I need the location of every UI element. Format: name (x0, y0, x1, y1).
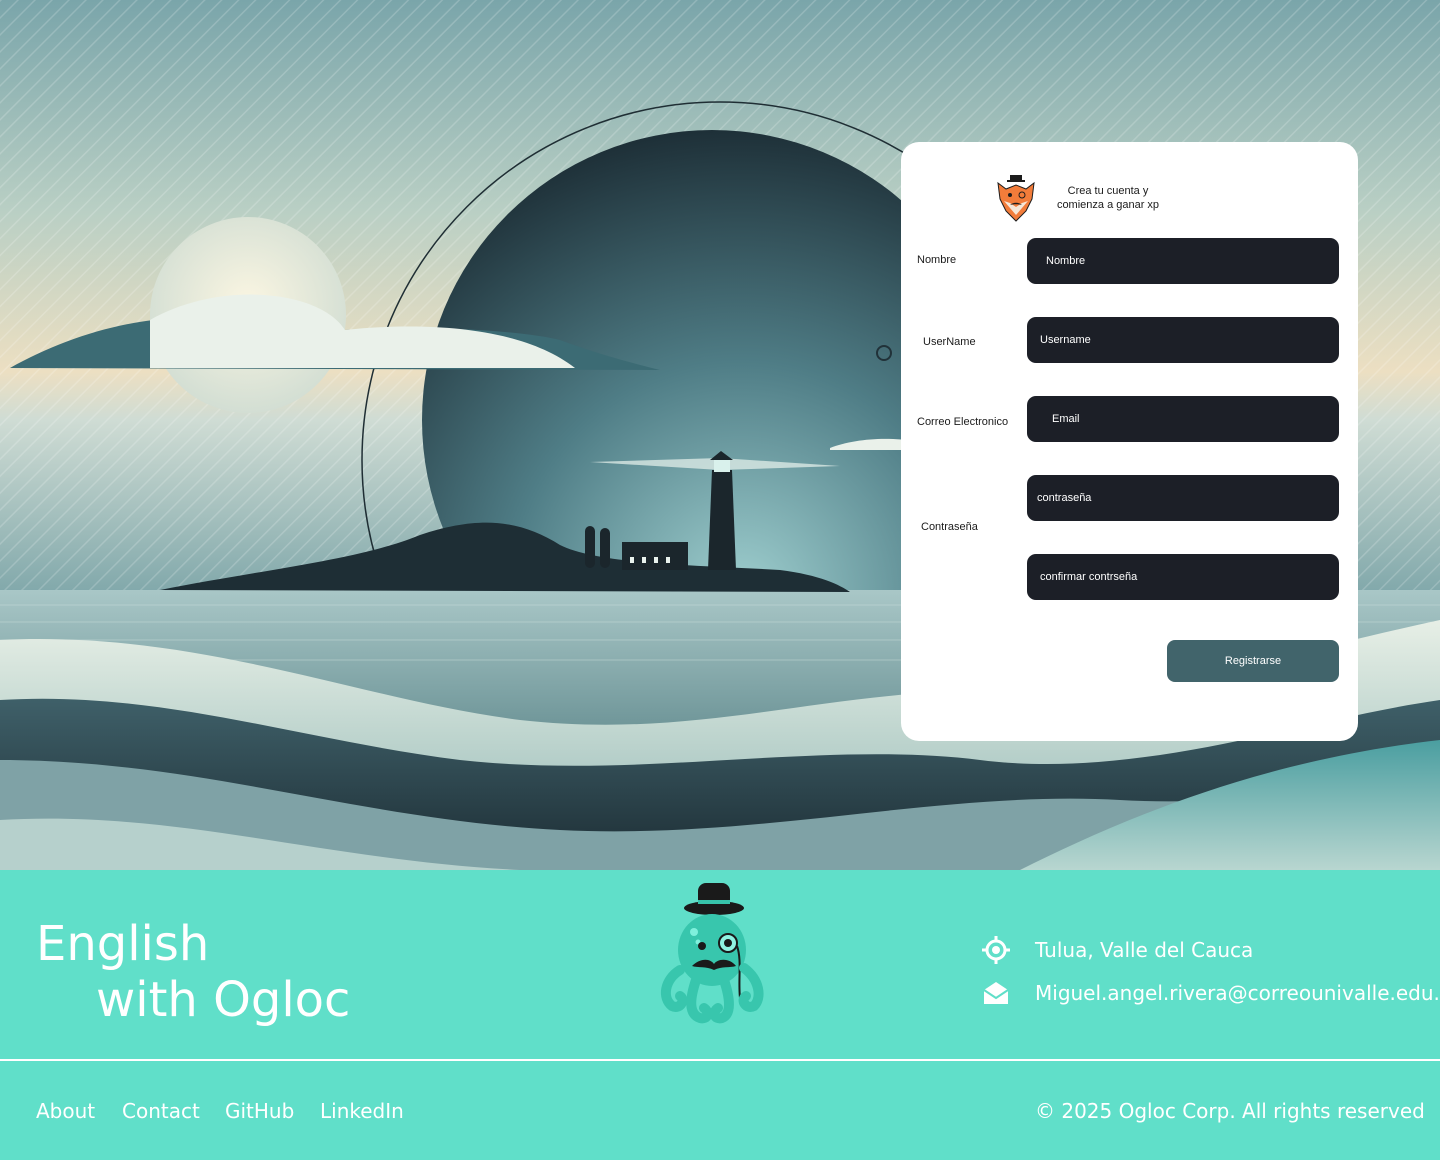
email-row: Miguel.angel.rivera@correounivalle.edu.c… (980, 978, 1440, 1008)
location-text: Tulua, Valle del Cauca (1035, 938, 1254, 962)
email-text[interactable]: Miguel.angel.rivera@correounivalle.edu.c… (1035, 981, 1440, 1005)
email-label: Correo Electronico (917, 416, 1009, 428)
username-label: UserName (923, 336, 976, 348)
brand-title-line2: with Ogloc (96, 972, 351, 1028)
name-label: Nombre (917, 254, 957, 266)
card-tagline: Crea tu cuenta y comienza a ganar xp (1056, 185, 1160, 211)
username-input[interactable] (1027, 317, 1339, 363)
nav-about[interactable]: About (36, 1099, 95, 1123)
fox-logo (997, 175, 1035, 222)
octopus-mascot (660, 883, 764, 1024)
email-input[interactable] (1027, 396, 1339, 442)
register-card: Crea tu cuenta y comienza a ganar xp Nom… (901, 142, 1358, 741)
password-input[interactable] (1027, 475, 1339, 521)
card-header: Crea tu cuenta y comienza a ganar xp (996, 175, 1216, 231)
register-button[interactable]: Registrarse (1167, 640, 1339, 682)
mail-icon (980, 978, 1012, 1008)
name-input[interactable] (1027, 238, 1339, 284)
nav-linkedin[interactable]: LinkedIn (320, 1099, 404, 1123)
location-row: Tulua, Valle del Cauca (980, 935, 1253, 965)
copyright-text: © 2025 Ogloc Corp. All rights reserved (1035, 1099, 1425, 1123)
nav-github[interactable]: GitHub (225, 1099, 294, 1123)
password-label: Contraseña (921, 521, 978, 533)
brand-title-line1: English (36, 916, 210, 972)
footer-info: English with Ogloc Tulua, Valle del Cauc… (0, 870, 1440, 1060)
confirm-password-input[interactable] (1027, 554, 1339, 600)
location-target-icon (980, 935, 1012, 965)
nav-contact[interactable]: Contact (122, 1099, 200, 1123)
footer-nav: About Contact GitHub LinkedIn © 2025 Ogl… (0, 1061, 1440, 1160)
